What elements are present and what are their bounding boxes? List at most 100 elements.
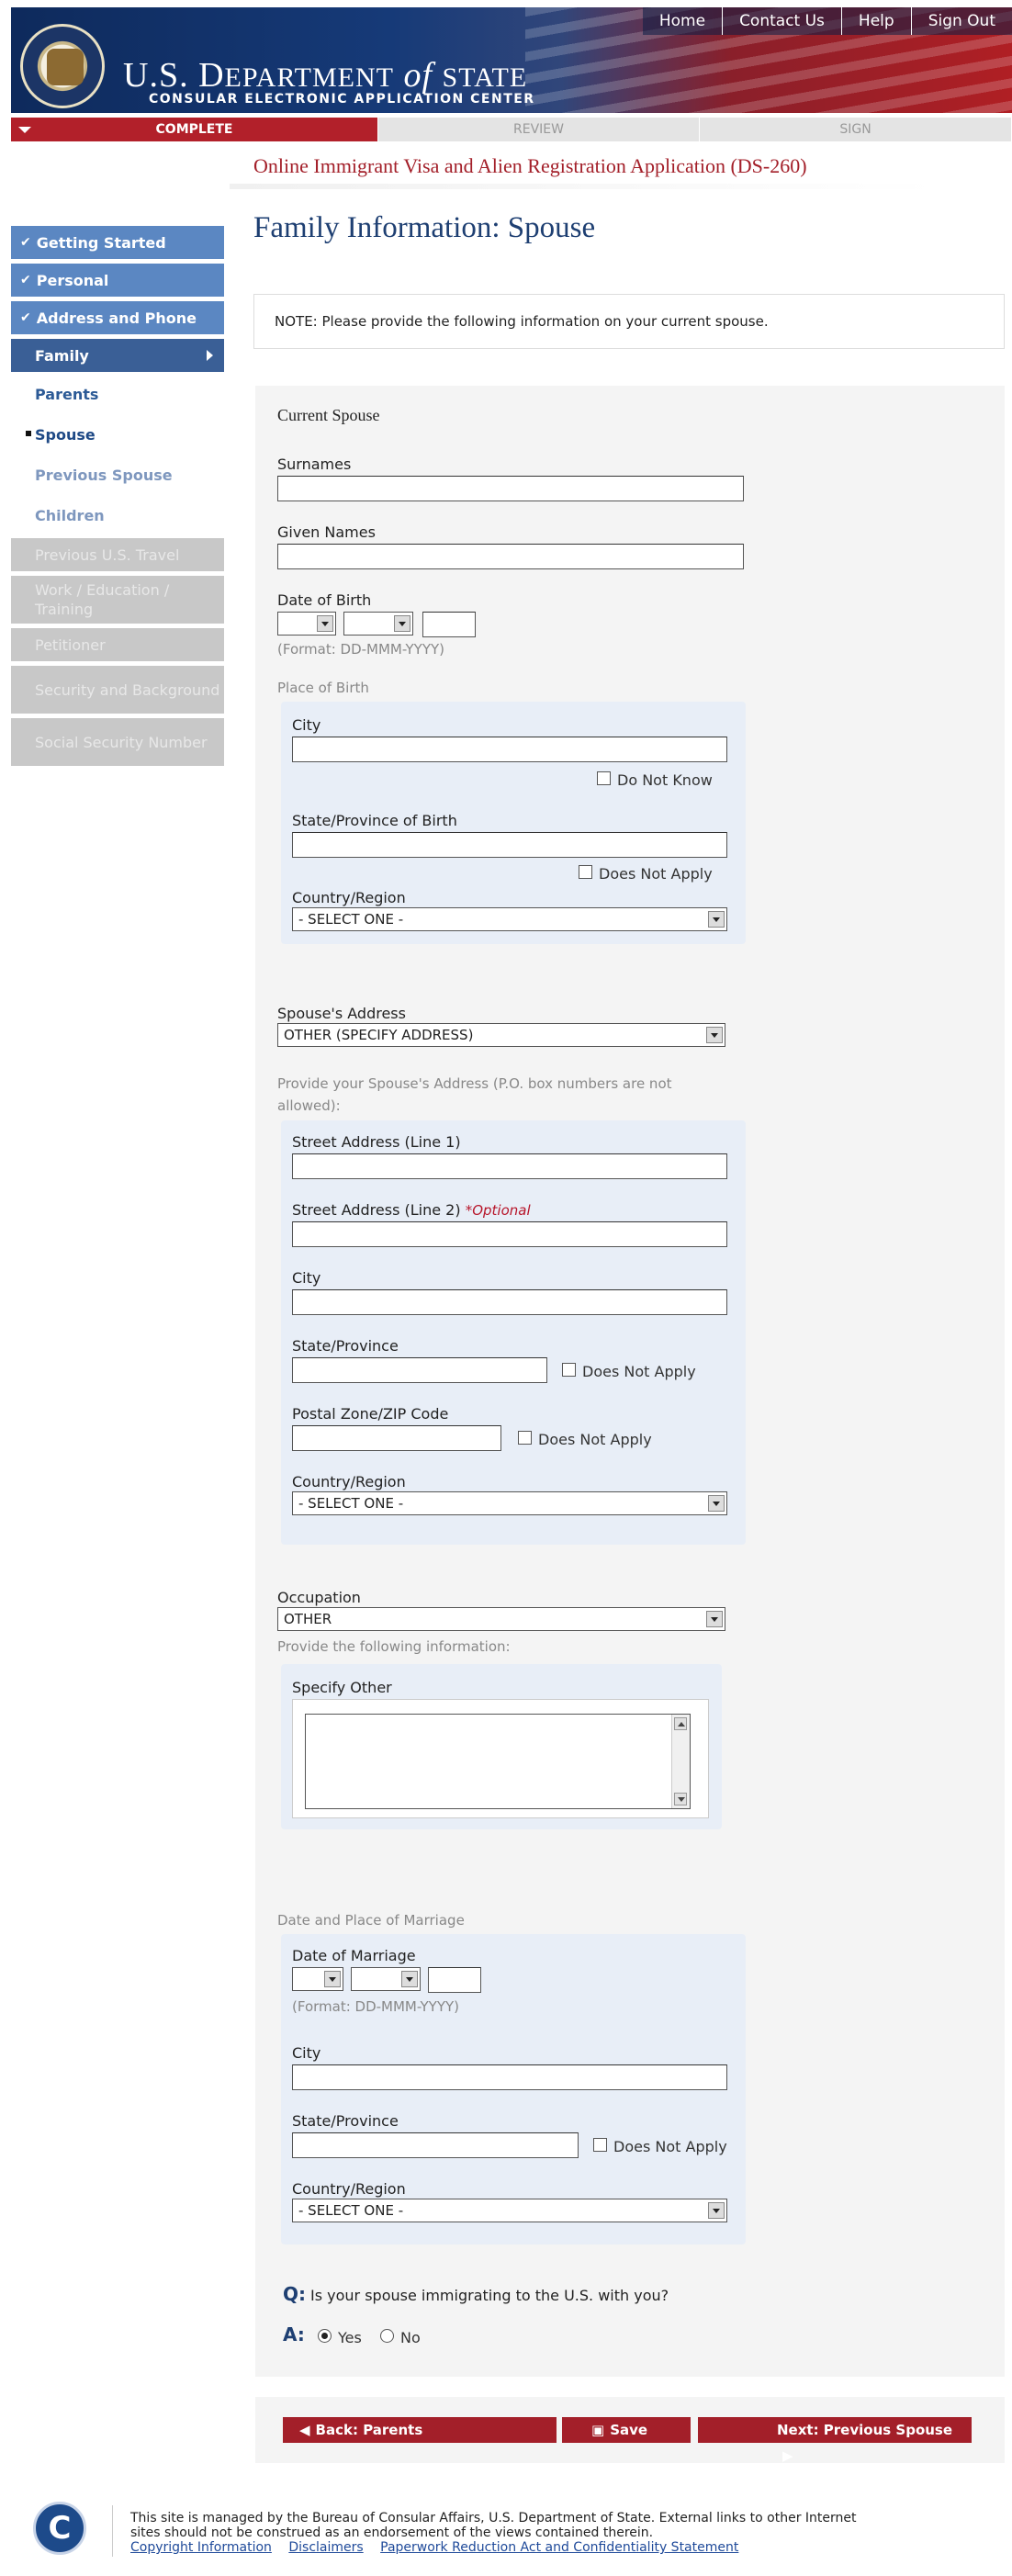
address-country-label: Country/Region bbox=[292, 1473, 406, 1490]
marriage-section-label: Date and Place of Marriage bbox=[277, 1912, 465, 1929]
postal-label: Postal Zone/ZIP Code bbox=[292, 1405, 449, 1423]
sidebar-item-petitioner: Petitioner bbox=[11, 628, 224, 661]
department-title: U.S. DEPARTMENT of STATE bbox=[123, 56, 528, 95]
no-label: No bbox=[400, 2329, 421, 2346]
sidebar-item-personal[interactable]: ✔ Personal bbox=[11, 264, 224, 297]
marriage-state-does-not-apply-checkbox[interactable] bbox=[593, 2138, 607, 2152]
copyright-link[interactable]: Copyright Information bbox=[130, 2540, 272, 2555]
eagle-icon bbox=[47, 49, 84, 85]
sidebar-item-parents[interactable]: Parents bbox=[11, 377, 224, 411]
provide-info-label: Provide the following information: bbox=[277, 1638, 511, 1655]
dob-label: Date of Birth bbox=[277, 591, 372, 609]
scroll-up-icon[interactable] bbox=[674, 1717, 687, 1730]
yes-radio[interactable] bbox=[318, 2329, 332, 2343]
occupation-select[interactable]: OTHER bbox=[277, 1607, 725, 1631]
marriage-month-select[interactable] bbox=[351, 1967, 421, 1991]
question-label: Q: bbox=[283, 2283, 306, 2305]
state-department-seal bbox=[20, 24, 105, 108]
address-country-select[interactable]: - SELECT ONE - bbox=[292, 1491, 727, 1515]
sidebar-item-spouse[interactable]: Spouse bbox=[11, 417, 224, 452]
footer-text-line2: sites should not be construed as an endo… bbox=[130, 2525, 654, 2540]
street2-input[interactable] bbox=[292, 1221, 727, 1247]
sidebar-item-ssn: Social Security Number bbox=[11, 718, 224, 766]
chevron-down-icon bbox=[317, 615, 333, 632]
consular-affairs-logo bbox=[33, 2502, 86, 2555]
footer-disclaimer: This site is managed by the Bureau of Co… bbox=[130, 2511, 1003, 2540]
footer-text-line1: This site is managed by the Bureau of Co… bbox=[130, 2511, 857, 2525]
site-footer: This site is managed by the Bureau of Co… bbox=[11, 2480, 1012, 2576]
postal-input[interactable] bbox=[292, 1425, 501, 1451]
paperwork-reduction-link[interactable]: Paperwork Reduction Act and Confidential… bbox=[380, 2540, 738, 2555]
progress-bar: COMPLETE REVIEW SIGN bbox=[11, 118, 1012, 141]
sidebar-item-label: Family bbox=[35, 346, 89, 365]
scroll-down-icon[interactable] bbox=[674, 1793, 687, 1805]
chevron-right-icon: ▶ bbox=[782, 2447, 793, 2464]
marriage-format-hint: (Format: DD-MMM-YYYY) bbox=[292, 1998, 460, 2015]
occupation-label: Occupation bbox=[277, 1589, 361, 1606]
address-state-input[interactable] bbox=[292, 1357, 547, 1383]
marriage-day-select[interactable] bbox=[292, 1967, 343, 1991]
does-not-apply-label: Does Not Apply bbox=[613, 2138, 727, 2155]
birth-city-input[interactable] bbox=[292, 737, 727, 762]
sidebar-item-previous-spouse[interactable]: Previous Spouse bbox=[11, 457, 224, 492]
birth-state-input[interactable] bbox=[292, 832, 727, 858]
no-radio[interactable] bbox=[380, 2329, 394, 2343]
spouse-form: Current Spouse Surnames Given Names Date… bbox=[255, 386, 1005, 2377]
contact-us-link[interactable]: Contact Us bbox=[722, 7, 841, 35]
progress-step-review: REVIEW bbox=[378, 118, 700, 141]
birth-country-select[interactable]: - SELECT ONE - bbox=[292, 907, 727, 931]
checkmark-icon: ✔ bbox=[20, 310, 31, 325]
specify-other-textarea[interactable] bbox=[305, 1714, 691, 1809]
given-names-label: Given Names bbox=[277, 523, 376, 541]
address-city-label: City bbox=[292, 1269, 321, 1287]
question-text: Is your spouse immigrating to the U.S. w… bbox=[310, 2287, 669, 2304]
address-city-input[interactable] bbox=[292, 1289, 727, 1315]
sign-out-link[interactable]: Sign Out bbox=[910, 7, 1012, 35]
surnames-input[interactable] bbox=[277, 476, 744, 501]
marriage-state-input[interactable] bbox=[292, 2132, 579, 2158]
marriage-year-input[interactable] bbox=[428, 1967, 481, 1993]
spouse-address-select[interactable]: OTHER (SPECIFY ADDRESS) bbox=[277, 1023, 725, 1047]
dob-month-select[interactable] bbox=[343, 612, 413, 636]
ceac-subtitle: CONSULAR ELECTRONIC APPLICATION CENTER bbox=[149, 92, 535, 107]
address-note: Provide your Spouse's Address (P.O. box … bbox=[277, 1075, 672, 1114]
birth-state-does-not-apply-checkbox[interactable] bbox=[579, 865, 592, 879]
postal-does-not-apply-checkbox[interactable] bbox=[518, 1431, 532, 1445]
place-of-birth-label: Place of Birth bbox=[277, 680, 369, 696]
site-header: U.S. DEPARTMENT of STATE CONSULAR ELECTR… bbox=[11, 0, 1012, 118]
back-button[interactable]: ◀ Back: Parents bbox=[283, 2417, 557, 2443]
sidebar-item-address-phone[interactable]: ✔ Address and Phone bbox=[11, 301, 224, 334]
save-button[interactable]: ▣ Save bbox=[562, 2417, 691, 2443]
sidebar-item-security: Security and Background bbox=[11, 666, 224, 714]
textarea-scrollbar[interactable] bbox=[671, 1715, 690, 1808]
address-group: Street Address (Line 1) Street Address (… bbox=[281, 1120, 746, 1545]
checkmark-icon: ✔ bbox=[20, 273, 31, 287]
marriage-city-input[interactable] bbox=[292, 2064, 727, 2090]
next-button[interactable]: Next: Previous Spouse ▶ bbox=[698, 2417, 972, 2464]
given-names-input[interactable] bbox=[277, 544, 744, 569]
street1-input[interactable] bbox=[292, 1153, 727, 1179]
address-state-does-not-apply-checkbox[interactable] bbox=[562, 1363, 576, 1377]
dob-day-select[interactable] bbox=[277, 612, 336, 636]
answer-label: A: bbox=[283, 2323, 305, 2345]
sidebar-item-family[interactable]: Family bbox=[11, 339, 224, 372]
sidebar-item-children[interactable]: Children bbox=[11, 498, 224, 533]
does-not-apply-label: Does Not Apply bbox=[582, 1363, 696, 1380]
help-link[interactable]: Help bbox=[840, 7, 911, 35]
dob-year-input[interactable] bbox=[422, 612, 476, 637]
chevron-right-icon bbox=[207, 350, 213, 361]
select-value: - SELECT ONE - bbox=[298, 1495, 404, 1512]
note-box: NOTE: Please provide the following infor… bbox=[253, 294, 1005, 349]
birth-state-label: State/Province of Birth bbox=[292, 812, 457, 829]
chevron-down-icon bbox=[401, 1971, 418, 1987]
sidebar-nav: ✔ Getting Started ✔ Personal ✔ Address and … bbox=[11, 226, 224, 771]
marriage-country-select[interactable]: - SELECT ONE - bbox=[292, 2199, 727, 2222]
address-state-label: State/Province bbox=[292, 1337, 399, 1355]
home-link[interactable]: Home bbox=[643, 7, 722, 35]
disclaimers-link[interactable]: Disclaimers bbox=[288, 2540, 363, 2555]
sidebar-item-work-education: Work / Education / Training bbox=[11, 576, 224, 624]
progress-step-complete[interactable]: COMPLETE bbox=[11, 118, 378, 141]
sidebar-item-getting-started[interactable]: ✔ Getting Started bbox=[11, 226, 224, 259]
birth-city-do-not-know-checkbox[interactable] bbox=[597, 771, 611, 785]
yes-label: Yes bbox=[338, 2329, 362, 2346]
